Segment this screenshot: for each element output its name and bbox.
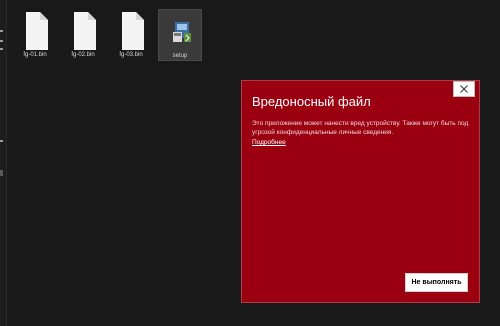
- file-explorer-window: fg-01.bin fg-02.bin fg-03.bin setup Вред…: [0, 0, 500, 326]
- malware-warning-dialog: Вредоносный файл Это приложение может на…: [241, 80, 480, 303]
- close-icon: [460, 85, 468, 93]
- nav-marker: [0, 30, 3, 32]
- document-icon: [74, 12, 96, 50]
- dont-run-button[interactable]: Не выполнять: [405, 273, 468, 292]
- nav-marker: [0, 140, 3, 142]
- file-name: fg-03.bin: [119, 52, 143, 58]
- file-name: setup: [172, 53, 188, 59]
- file-item-setup[interactable]: setup: [158, 9, 202, 61]
- close-button[interactable]: [453, 81, 475, 97]
- more-info-link[interactable]: Подробнее: [252, 139, 286, 146]
- nav-marker: [0, 170, 3, 176]
- file-name: fg-02.bin: [71, 52, 95, 58]
- nav-marker: [0, 40, 3, 42]
- file-item-fg-03[interactable]: fg-03.bin: [109, 9, 153, 61]
- file-item-fg-01[interactable]: fg-01.bin: [13, 9, 57, 61]
- document-icon: [122, 12, 144, 50]
- file-name: fg-01.bin: [23, 52, 47, 58]
- nav-marker: [0, 48, 3, 50]
- installer-icon: [173, 22, 191, 42]
- document-icon: [26, 12, 48, 50]
- navigation-pane-edge[interactable]: [0, 0, 7, 326]
- dialog-message: Это приложение может нанести вред устрой…: [252, 120, 469, 136]
- dialog-title: Вредоносный файл: [252, 94, 371, 109]
- file-item-fg-02[interactable]: fg-02.bin: [61, 9, 105, 61]
